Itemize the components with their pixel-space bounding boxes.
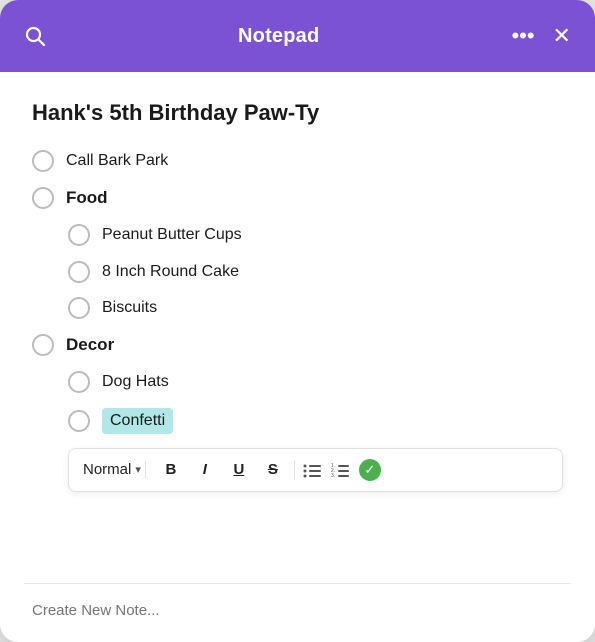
list-item: Biscuits bbox=[68, 297, 563, 319]
checkbox-food[interactable] bbox=[32, 187, 54, 209]
style-label: Normal bbox=[83, 461, 131, 478]
search-icon[interactable] bbox=[24, 25, 46, 47]
more-icon[interactable]: ••• bbox=[511, 25, 534, 47]
formatting-toolbar: Normal ▾ B I U S 1. bbox=[68, 448, 563, 492]
item-label-group: Decor bbox=[66, 333, 114, 357]
checkbox-dog-hats[interactable] bbox=[68, 371, 90, 393]
item-label: Biscuits bbox=[102, 297, 157, 319]
ordered-list-icon[interactable]: 1. 2. 3. bbox=[331, 462, 351, 478]
header: Notepad ••• ✕ bbox=[0, 0, 595, 72]
item-label-highlighted: Confetti bbox=[102, 408, 173, 434]
list-item: Food bbox=[32, 186, 563, 210]
item-label: 8 Inch Round Cake bbox=[102, 261, 239, 283]
svg-text:3.: 3. bbox=[331, 473, 335, 478]
unordered-list-icon[interactable] bbox=[303, 462, 323, 478]
checkbox-decor[interactable] bbox=[32, 334, 54, 356]
style-dropdown[interactable]: Normal ▾ bbox=[83, 461, 146, 478]
checkbox-peanut-butter-cups[interactable] bbox=[68, 224, 90, 246]
footer bbox=[0, 584, 595, 642]
checkbox-confetti[interactable] bbox=[68, 410, 90, 432]
checkbox-call-bark-park[interactable] bbox=[32, 150, 54, 172]
list-item: Call Bark Park bbox=[32, 150, 563, 172]
list-item: Confetti bbox=[68, 408, 563, 434]
note-content: Hank's 5th Birthday Paw-Ty Call Bark Par… bbox=[0, 72, 595, 583]
toolbar-divider bbox=[294, 460, 295, 480]
strikethrough-button[interactable]: S bbox=[260, 457, 286, 483]
checkbox-biscuits[interactable] bbox=[68, 297, 90, 319]
list-item: Peanut Butter Cups bbox=[68, 224, 563, 246]
underline-button[interactable]: U bbox=[226, 457, 252, 483]
list-item: 8 Inch Round Cake bbox=[68, 261, 563, 283]
checkbox-8-inch-cake[interactable] bbox=[68, 261, 90, 283]
item-label: Call Bark Park bbox=[66, 150, 168, 172]
list-item: Decor bbox=[32, 333, 563, 357]
confirm-button[interactable]: ✓ bbox=[359, 459, 381, 481]
header-actions: ••• ✕ bbox=[511, 25, 571, 47]
page-title: Notepad bbox=[238, 25, 319, 48]
chevron-down-icon: ▾ bbox=[135, 463, 141, 476]
item-label: Peanut Butter Cups bbox=[102, 224, 242, 246]
list-item: Dog Hats bbox=[68, 371, 563, 393]
create-note-input[interactable] bbox=[32, 602, 563, 619]
close-icon[interactable]: ✕ bbox=[553, 25, 571, 47]
app-window: Notepad ••• ✕ Hank's 5th Birthday Paw-Ty… bbox=[0, 0, 595, 642]
italic-button[interactable]: I bbox=[192, 457, 218, 483]
item-label: Dog Hats bbox=[102, 371, 169, 393]
bold-button[interactable]: B bbox=[158, 457, 184, 483]
note-title: Hank's 5th Birthday Paw-Ty bbox=[32, 100, 563, 126]
item-label-group: Food bbox=[66, 186, 108, 210]
